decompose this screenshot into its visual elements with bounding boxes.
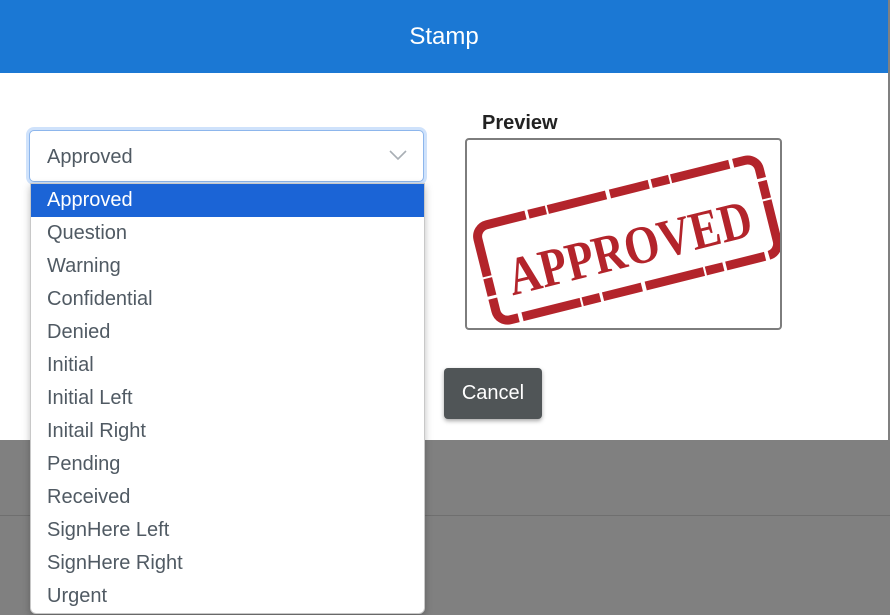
dropdown-option[interactable]: Pending [31, 448, 424, 481]
dropdown-option[interactable]: Approved [31, 184, 424, 217]
preview-label: Preview [482, 112, 558, 134]
dropdown-option[interactable]: Denied [31, 316, 424, 349]
dropdown-option[interactable]: SignHere Right [31, 547, 424, 580]
select-value: Approved [47, 146, 133, 168]
dropdown-option[interactable]: Initial [31, 349, 424, 382]
stamp-type-dropdown-list: Approved Question Warning Confidential Denie… [30, 183, 425, 614]
dropdown-option[interactable]: Received [31, 481, 424, 514]
chevron-down-icon [389, 150, 407, 161]
dropdown-option[interactable]: Initial Left [31, 382, 424, 415]
cancel-button[interactable]: Cancel [444, 368, 542, 419]
dropdown-option[interactable]: Confidential [31, 283, 424, 316]
stamp-type-select[interactable]: Approved [29, 130, 424, 182]
dropdown-option[interactable]: SignHere Left [31, 514, 424, 547]
dropdown-option[interactable]: Urgent [31, 580, 424, 613]
dropdown-option[interactable]: Initail Right [31, 415, 424, 448]
dropdown-option[interactable]: Warning [31, 250, 424, 283]
stamp-preview: APPROVED [465, 138, 782, 330]
dropdown-option[interactable]: Question [31, 217, 424, 250]
approved-stamp-image: APPROVED [473, 155, 780, 325]
dialog-title: Stamp [0, 0, 888, 73]
